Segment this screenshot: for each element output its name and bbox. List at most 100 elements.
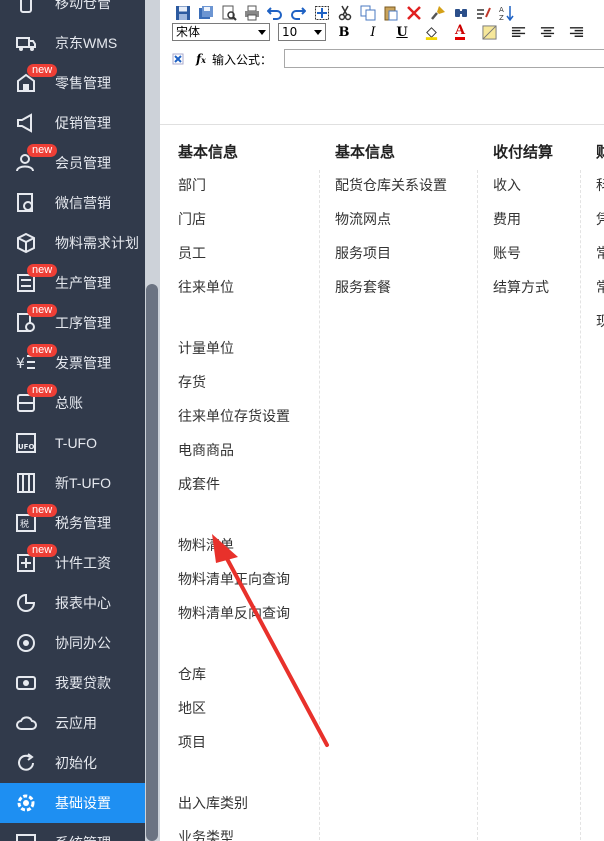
bold-button[interactable]: B <box>333 23 355 41</box>
sidebar-item[interactable]: 京东WMS <box>0 23 145 63</box>
sidebar-item[interactable]: 税 税务管理 new <box>0 503 145 543</box>
sidebar-scrollbar-thumb[interactable] <box>146 284 158 841</box>
settings-link[interactable]: 收入 <box>493 175 521 195</box>
replace-icon[interactable] <box>473 3 494 23</box>
redo-icon[interactable] <box>288 3 309 23</box>
sidebar-item[interactable]: UFO T-UFO <box>0 423 145 463</box>
format-brush-icon[interactable] <box>427 3 448 23</box>
column-title: 财 <box>596 144 604 161</box>
font-name-select[interactable]: 宋体 <box>172 23 270 41</box>
sidebar-item[interactable]: 生产管理 new <box>0 263 145 303</box>
formula-input[interactable] <box>284 49 604 68</box>
sidebar-item[interactable]: 新T-UFO <box>0 463 145 503</box>
sidebar-item[interactable]: 会员管理 new <box>0 143 145 183</box>
cut-icon[interactable] <box>334 3 355 23</box>
settings-link[interactable]: 往来单位 <box>178 277 234 297</box>
wechat-marketing-icon <box>15 192 37 214</box>
italic-button[interactable]: I <box>362 23 384 41</box>
mobile-warehouse-icon <box>15 0 37 14</box>
new-badge: new <box>27 504 58 517</box>
align-right-icon[interactable] <box>565 23 587 41</box>
new-badge: new <box>27 344 58 357</box>
sidebar-item[interactable]: 工序管理 new <box>0 303 145 343</box>
sidebar-item[interactable]: 促销管理 <box>0 103 145 143</box>
settings-link[interactable]: 服务套餐 <box>335 277 391 297</box>
settings-link[interactable]: 配货仓库关系设置 <box>335 175 447 195</box>
underline-button[interactable]: U <box>391 23 413 41</box>
sidebar: 移动仓管京东WMS 零售管理 new 促销管理 会员管理 new 微信营销 物料需求计划 生产管… <box>0 0 145 841</box>
settings-link[interactable]: 科 <box>596 175 604 195</box>
formula-bar: fx 输入公式： <box>170 48 604 70</box>
settings-link[interactable]: 部门 <box>178 175 206 195</box>
delete-icon[interactable] <box>404 3 425 23</box>
sidebar-item-label: 云应用 <box>55 715 97 731</box>
settings-link[interactable]: 常 <box>596 243 604 263</box>
settings-link[interactable]: 物料清单正向查询 <box>178 569 290 589</box>
settings-link[interactable]: 服务项目 <box>335 243 391 263</box>
settings-link[interactable]: 存货 <box>178 372 206 392</box>
settings-link[interactable]: 结算方式 <box>493 277 549 297</box>
settings-link[interactable]: 业务类型 <box>178 827 234 841</box>
toolbar-icon-row: AZ <box>172 3 520 23</box>
settings-link[interactable]: 往来单位存货设置 <box>178 406 290 426</box>
new-ufo-icon <box>15 472 37 494</box>
settings-link[interactable]: 项目 <box>178 732 206 752</box>
sidebar-item[interactable]: 初始化 <box>0 743 145 783</box>
settings-link[interactable]: 员工 <box>178 243 206 263</box>
sidebar-item[interactable]: 移动仓管 <box>0 0 145 23</box>
print-icon[interactable] <box>242 3 263 23</box>
sidebar-item-label: T-UFO <box>55 435 97 451</box>
paste-icon[interactable] <box>381 3 402 23</box>
cancel-formula-icon[interactable] <box>170 51 186 67</box>
settings-link[interactable]: 仓库 <box>178 664 206 684</box>
sidebar-item[interactable]: 系统管理 <box>0 823 145 841</box>
settings-link[interactable]: 地区 <box>178 698 206 718</box>
settings-link[interactable]: 账号 <box>493 243 521 263</box>
sort-icon[interactable]: AZ <box>497 3 518 23</box>
settings-link[interactable]: 计量单位 <box>178 338 234 358</box>
sidebar-item[interactable]: 协同办公 <box>0 623 145 663</box>
settings-link[interactable]: 出入库类别 <box>178 793 248 813</box>
sidebar-item[interactable]: 微信营销 <box>0 183 145 223</box>
settings-link[interactable]: 门店 <box>178 209 206 229</box>
select-all-icon[interactable] <box>311 3 332 23</box>
border-icon[interactable] <box>478 23 500 41</box>
align-center-icon[interactable] <box>536 23 558 41</box>
system-icon <box>15 832 37 841</box>
sidebar-item-label: 协同办公 <box>55 635 111 651</box>
function-icon[interactable]: fx <box>196 52 206 66</box>
column-divider <box>319 170 320 841</box>
sidebar-item-label: 京东WMS <box>55 35 118 51</box>
font-color-button[interactable]: A <box>449 23 471 41</box>
align-left-icon[interactable] <box>507 23 529 41</box>
sidebar-item[interactable]: 计件工资 new <box>0 543 145 583</box>
sidebar-item[interactable]: 总账 new <box>0 383 145 423</box>
find-icon[interactable] <box>450 3 471 23</box>
save-as-icon[interactable] <box>195 3 216 23</box>
sidebar-item[interactable]: ¥ 发票管理 new <box>0 343 145 383</box>
settings-link[interactable]: 物料清单反向查询 <box>178 603 290 623</box>
font-size-value: 10 <box>282 25 298 39</box>
sidebar-item[interactable]: 我要贷款 <box>0 663 145 703</box>
sidebar-item[interactable]: 云应用 <box>0 703 145 743</box>
fill-color-icon[interactable] <box>420 23 442 41</box>
settings-link[interactable]: 凭 <box>596 209 604 229</box>
font-size-select[interactable]: 10 <box>278 23 326 41</box>
sidebar-nav-list: 移动仓管京东WMS 零售管理 new 促销管理 会员管理 new 微信营销 物料需求计划 生产管… <box>0 0 145 841</box>
settings-link[interactable]: 物流网点 <box>335 209 391 229</box>
settings-link[interactable]: 成套件 <box>178 474 220 494</box>
save-icon[interactable] <box>172 3 193 23</box>
sidebar-item[interactable]: 基础设置 <box>0 783 145 823</box>
copy-icon[interactable] <box>358 3 379 23</box>
sidebar-item[interactable]: 零售管理 new <box>0 63 145 103</box>
settings-link[interactable]: 费用 <box>493 209 521 229</box>
print-preview-icon[interactable] <box>218 3 239 23</box>
settings-link[interactable]: 现 <box>596 311 604 331</box>
settings-link[interactable]: 物料清单 <box>178 535 234 555</box>
sidebar-item[interactable]: 物料需求计划 <box>0 223 145 263</box>
undo-icon[interactable] <box>265 3 286 23</box>
sidebar-item[interactable]: 报表中心 <box>0 583 145 623</box>
svg-text:Z: Z <box>499 14 504 21</box>
settings-link[interactable]: 电商商品 <box>178 440 234 460</box>
settings-link[interactable]: 常 <box>596 277 604 297</box>
